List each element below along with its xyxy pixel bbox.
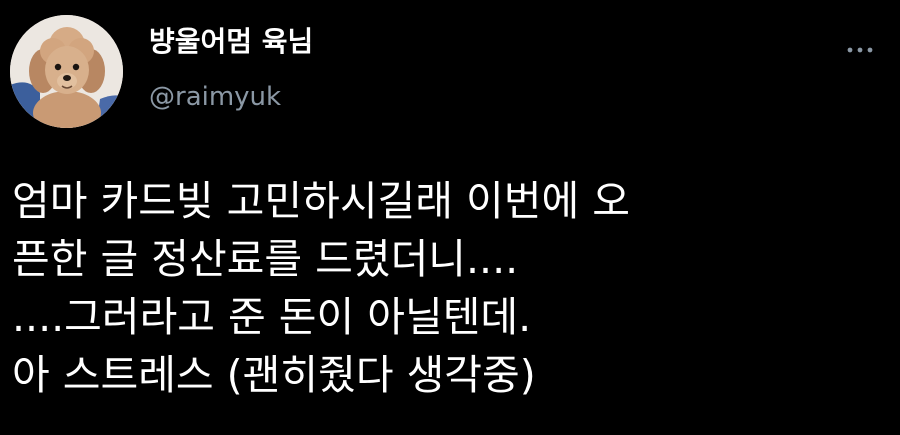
author-handle[interactable]: @raimyuk <box>149 80 281 114</box>
more-options-button[interactable] <box>838 36 882 64</box>
poodle-dog-avatar-icon <box>10 15 123 128</box>
tweet-line: 아 스트레스 (괜히줬다 생각중) <box>12 351 536 399</box>
tweet-line: 엄마 카드빚 고민하시길래 이번에 오 <box>12 177 630 225</box>
tweet-line: ....그러라고 준 돈이 아닐텐데. <box>12 293 532 341</box>
author-display-name[interactable]: 뱡울어멈 육님 <box>149 22 313 62</box>
tweet-line: 픈한 글 정산료를 드렸더니.... <box>12 235 519 283</box>
more-horizontal-icon <box>847 47 873 53</box>
tweet-card: 뱡울어멈 육님 @raimyuk 엄마 카드빚 고민하시길래 이번에 오 픈한 … <box>0 0 900 435</box>
tweet-text: 엄마 카드빚 고민하시길래 이번에 오 픈한 글 정산료를 드렸더니.... .… <box>12 172 892 404</box>
avatar[interactable] <box>10 15 123 128</box>
